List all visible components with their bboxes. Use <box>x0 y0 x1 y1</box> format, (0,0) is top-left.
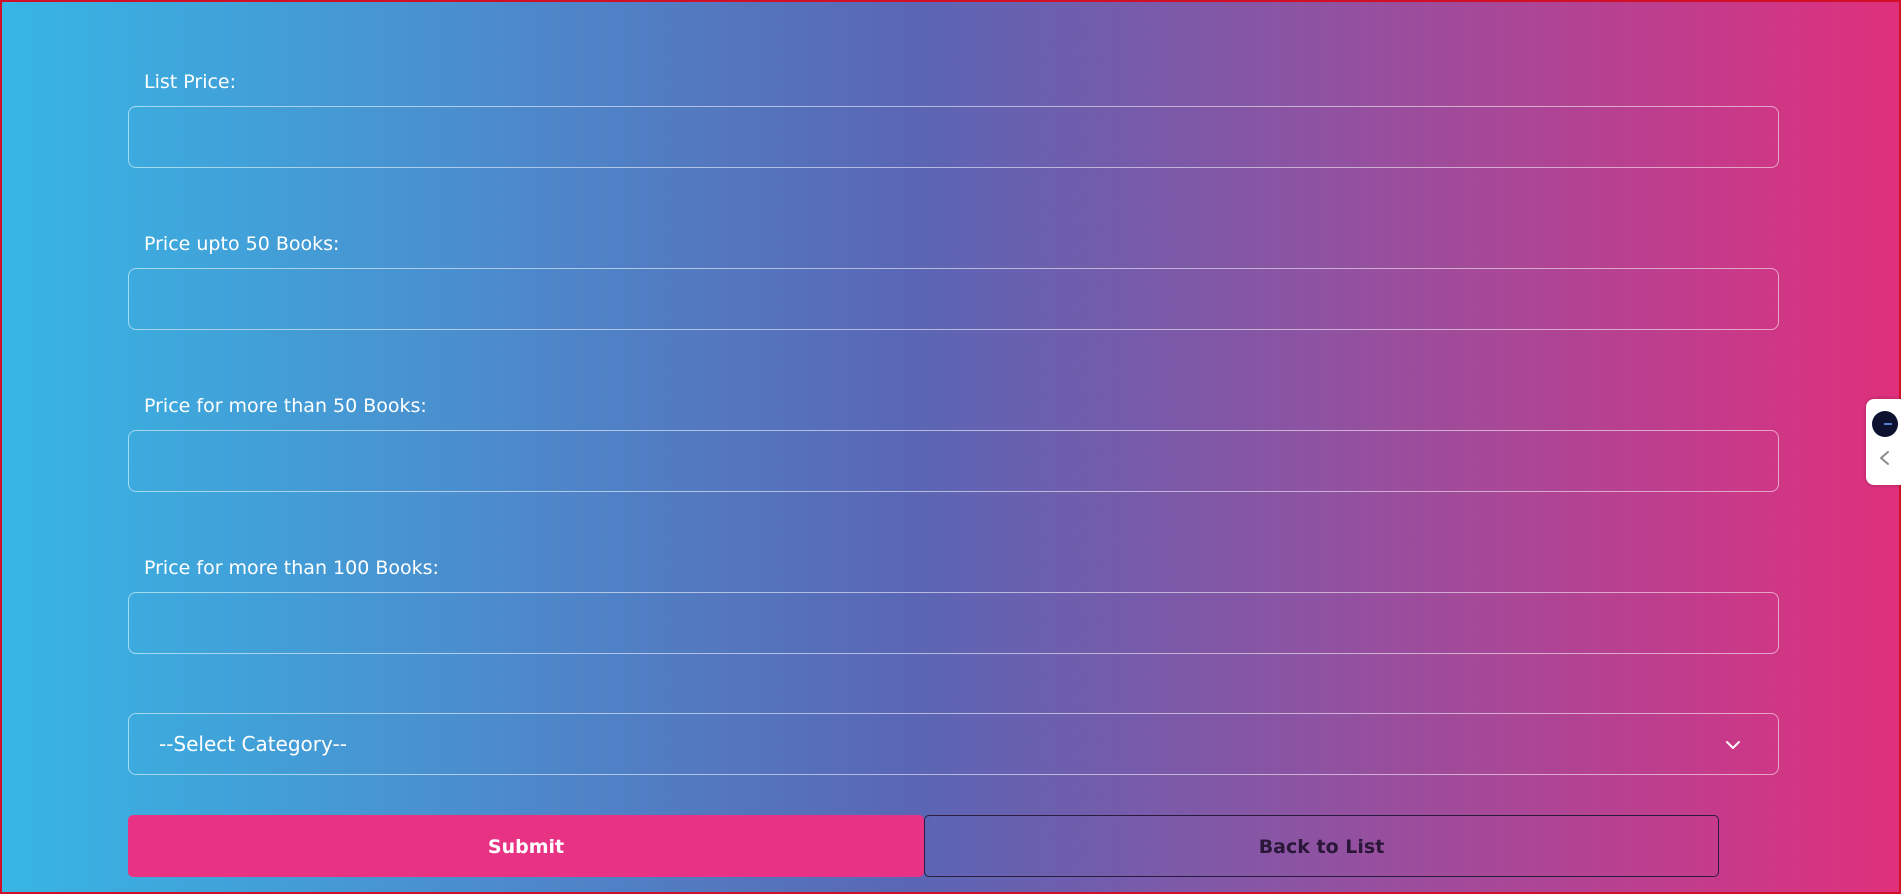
list-price-label: List Price: <box>144 71 237 93</box>
chevron-left-icon[interactable] <box>1876 449 1894 467</box>
list-price-input[interactable] <box>128 106 1779 168</box>
category-select-value: --Select Category-- <box>159 732 347 756</box>
back-to-list-button[interactable]: Back to List <box>924 815 1719 877</box>
assistant-avatar-icon[interactable] <box>1872 411 1898 437</box>
price-more-than-50-input[interactable] <box>128 430 1779 492</box>
price-more-than-50-label: Price for more than 50 Books: <box>144 395 427 417</box>
price-more-than-100-input[interactable] <box>128 592 1779 654</box>
price-more-than-100-label: Price for more than 100 Books: <box>144 557 439 579</box>
submit-button[interactable]: Submit <box>128 815 924 877</box>
chevron-down-icon <box>1726 741 1740 749</box>
price-upto-50-label: Price upto 50 Books: <box>144 233 340 255</box>
side-assistant-widget[interactable] <box>1866 399 1901 485</box>
price-upto-50-input[interactable] <box>128 268 1779 330</box>
category-select[interactable]: --Select Category-- <box>128 713 1779 775</box>
